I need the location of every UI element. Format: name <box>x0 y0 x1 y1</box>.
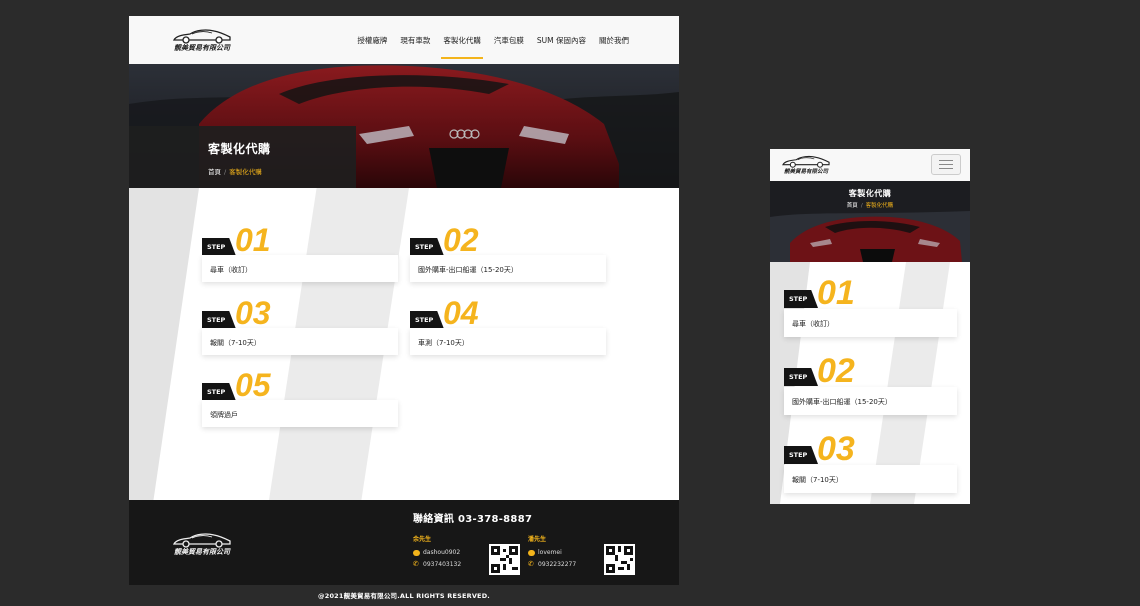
phone-icon: ✆ <box>528 560 534 568</box>
step-card-02: STEP 02 國外購車-出口船運（15-20天） <box>410 224 606 283</box>
desktop-mockup: 靚美貿易有限公司 授權廠牌 現有車款 客製化代購 汽車包膜 SUM 保固內容 關… <box>129 16 679 585</box>
breadcrumb-home[interactable]: 首頁 <box>847 203 858 209</box>
breadcrumb-current: 客製化代購 <box>229 168 262 176</box>
contact-name: 余先生 <box>413 536 432 543</box>
step-tag: STEP <box>784 446 818 464</box>
sports-car-icon <box>172 533 231 548</box>
step-card-05: STEP 05 領牌過戶 <box>202 369 398 428</box>
mobile-steps-section: STEP 01 尋車（收訂） STEP 02 國外購車-出口船運（15-20天）… <box>770 262 970 504</box>
step-number: 01 <box>817 274 855 312</box>
step-text: 領牌過戶 <box>202 400 398 427</box>
contact-person-1: 余先生 dashou0902 ✆ 0937403132 <box>413 534 461 572</box>
step-text: 尋車（收訂） <box>202 255 398 282</box>
breadcrumb-separator: / <box>860 203 863 209</box>
step-number: 04 <box>443 295 479 331</box>
copyright-text: @2021靚美貿易有限公司.ALL RIGHTS RESERVED. <box>318 592 490 600</box>
step-text: 國外購車-出口船運（15-20天） <box>410 255 606 282</box>
logo-text: 靚美貿易有限公司 <box>783 169 828 175</box>
hero-banner: 客製化代購 首頁 / 客製化代購 <box>129 64 679 188</box>
step-card-01: STEP 01 尋車（收訂） <box>784 276 957 338</box>
contact-name: 潘先生 <box>528 536 547 543</box>
contact-line-id[interactable]: lovemei <box>538 549 562 556</box>
step-number: 01 <box>235 222 271 258</box>
line-chat-icon <box>413 549 420 556</box>
step-text: 車測（7-10天） <box>410 328 606 355</box>
nav-item-wrap[interactable]: 汽車包膜 <box>494 31 524 50</box>
mobile-hero-banner: 客製化代購 首頁 / 客製化代購 <box>770 181 970 262</box>
page-title: 客製化代購 <box>848 189 892 198</box>
qr-code-icon <box>491 546 518 573</box>
step-tag: STEP <box>202 383 236 401</box>
step-tag: STEP <box>784 290 818 308</box>
bg-stripe <box>129 188 199 500</box>
nav-item-about[interactable]: 關於我們 <box>599 31 629 50</box>
breadcrumb-separator: / <box>224 168 227 176</box>
site-footer: 靚美貿易有限公司 聯絡資訊 03-378-8887 余先生 dashou0902… <box>129 500 679 585</box>
step-tag: STEP <box>202 311 236 329</box>
step-number: 03 <box>235 295 271 331</box>
step-card-03: STEP 03 報關（7-10天） <box>784 432 957 494</box>
logo-text: 靚美貿易有限公司 <box>174 43 230 52</box>
step-text: 國外購車-出口船運（15-20天） <box>784 387 957 415</box>
step-tag: STEP <box>410 311 444 329</box>
step-text: 報關（7-10天） <box>784 465 957 493</box>
sports-car-icon <box>782 155 830 168</box>
footer-logo[interactable]: 靚美貿易有限公司 <box>172 531 232 557</box>
hero-title-box: 客製化代購 首頁 / 客製化代購 <box>129 126 356 188</box>
breadcrumb: 首頁 / 客製化代購 <box>208 166 356 176</box>
mobile-mockup: 靚美貿易有限公司 客製化代購 首頁 / 客製化代購 STEP 01 尋車（收訂） S… <box>770 149 970 504</box>
breadcrumb-home[interactable]: 首頁 <box>208 168 221 176</box>
step-card-04: STEP 04 車測（7-10天） <box>410 297 606 356</box>
step-number: 02 <box>443 222 479 258</box>
nav-item-brands[interactable]: 授權廠牌 <box>357 31 387 50</box>
sports-car-icon <box>172 29 231 44</box>
step-number: 05 <box>235 367 271 403</box>
step-tag: STEP <box>410 238 444 256</box>
mobile-header: 靚美貿易有限公司 <box>770 149 970 181</box>
qr-code-2 <box>604 544 635 575</box>
qr-code-1 <box>489 544 520 575</box>
step-card-02: STEP 02 國外購車-出口船運（15-20天） <box>784 354 957 416</box>
site-header: 靚美貿易有限公司 授權廠牌 現有車款 客製化代購 汽車包膜 SUM 保固內容 關… <box>129 16 679 64</box>
contact-line-id[interactable]: dashou0902 <box>423 549 460 556</box>
step-text: 尋車（收訂） <box>784 309 957 337</box>
breadcrumb: 首頁 / 客製化代購 <box>770 201 970 209</box>
contact-phone[interactable]: 0937403132 <box>423 561 461 568</box>
site-logo[interactable]: 靚美貿易有限公司 <box>781 154 831 175</box>
breadcrumb-current: 客製化代購 <box>865 203 894 209</box>
site-logo[interactable]: 靚美貿易有限公司 <box>172 27 232 53</box>
step-card-03: STEP 03 報關（7-10天） <box>202 297 398 356</box>
step-number: 02 <box>817 352 855 390</box>
contact-person-2: 潘先生 lovemei ✆ 0932232277 <box>528 534 576 572</box>
nav-item-stock[interactable]: 現有車款 <box>400 31 430 50</box>
logo-text: 靚美貿易有限公司 <box>174 547 230 556</box>
step-text: 報關（7-10天） <box>202 328 398 355</box>
line-chat-icon <box>528 549 535 556</box>
contact-phone[interactable]: 0932232277 <box>538 561 576 568</box>
main-nav: 授權廠牌 現有車款 客製化代購 汽車包膜 SUM 保固內容 關於我們 <box>357 16 629 64</box>
phone-icon: ✆ <box>413 560 419 568</box>
step-card-01: STEP 01 尋車（收訂） <box>202 224 398 283</box>
nav-item-custom-order[interactable]: 客製化代購 <box>441 31 483 59</box>
qr-code-icon <box>606 546 633 573</box>
steps-section: STEP 01 尋車（收訂） STEP 02 國外購車-出口船運（15-20天）… <box>129 188 679 500</box>
contact-title: 聯絡資訊 03-378-8887 <box>413 514 533 525</box>
step-tag: STEP <box>784 368 818 386</box>
step-number: 03 <box>817 430 855 468</box>
step-tag: STEP <box>202 238 236 256</box>
nav-item-warranty[interactable]: SUM 保固內容 <box>537 31 586 50</box>
page-title: 客製化代購 <box>208 142 271 156</box>
hamburger-menu-icon[interactable] <box>931 154 961 175</box>
